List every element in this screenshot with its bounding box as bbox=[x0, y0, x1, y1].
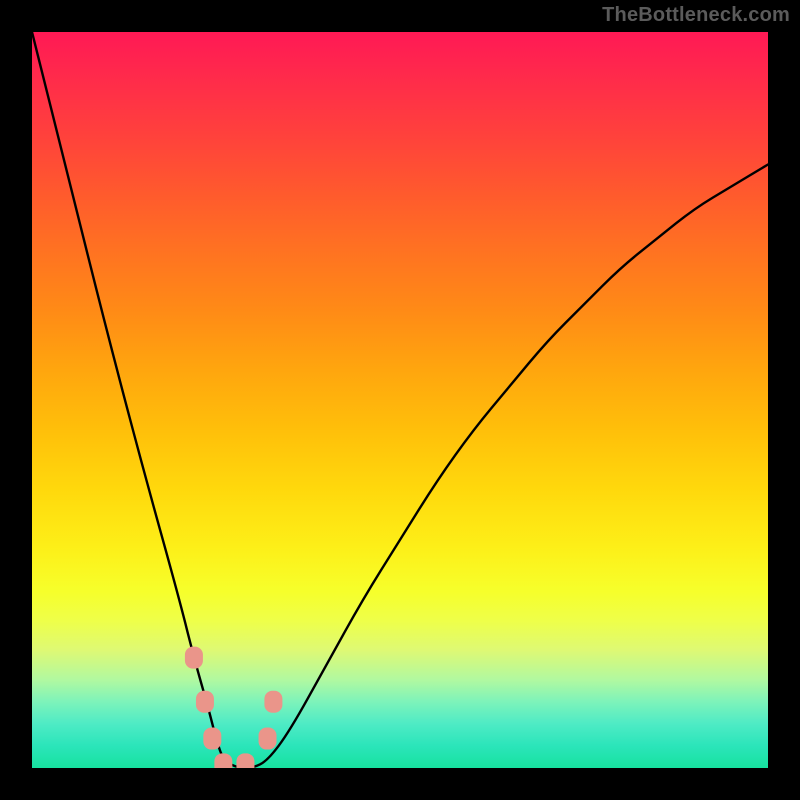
chart-plot-area bbox=[32, 32, 768, 768]
curve-marker bbox=[214, 753, 232, 768]
curve-marker bbox=[264, 691, 282, 713]
curve-marker bbox=[259, 728, 277, 750]
bottleneck-curve bbox=[32, 32, 768, 768]
curve-marker bbox=[185, 647, 203, 669]
attribution-text: TheBottleneck.com bbox=[602, 4, 790, 27]
curve-marker bbox=[203, 728, 221, 750]
curve-svg bbox=[32, 32, 768, 768]
curve-marker bbox=[236, 753, 254, 768]
curve-marker bbox=[196, 691, 214, 713]
chart-frame: TheBottleneck.com bbox=[0, 0, 800, 800]
